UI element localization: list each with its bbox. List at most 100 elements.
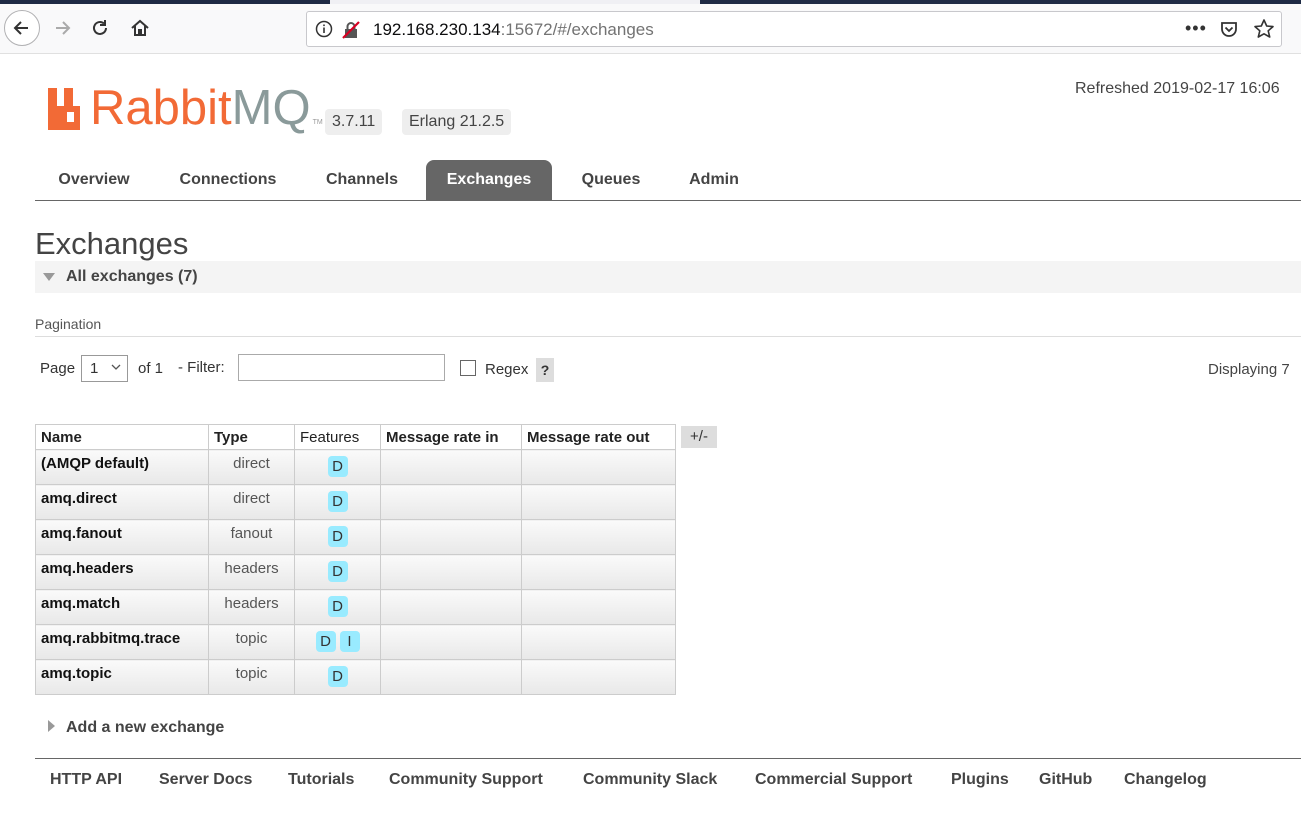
browser-toolbar: 192.168.230.134:15672/#/exchanges •••: [0, 4, 1301, 54]
page-count-label: of 1: [138, 360, 164, 377]
regex-help-button[interactable]: ?: [536, 358, 554, 382]
footer-link-changelog[interactable]: Changelog: [1124, 771, 1207, 789]
more-actions-icon[interactable]: •••: [1185, 18, 1207, 39]
refreshed-timestamp[interactable]: Refreshed 2019-02-17 16:06: [1075, 80, 1280, 98]
exchange-type: fanout: [208, 519, 295, 555]
page-select-value: 1: [90, 360, 99, 377]
home-button[interactable]: [122, 10, 158, 46]
column-header-message-rate-in[interactable]: Message rate in: [380, 424, 522, 450]
home-icon: [131, 19, 149, 36]
insecure-lock-icon[interactable]: [341, 20, 361, 45]
column-header-features: Features: [294, 424, 381, 450]
tab-connections[interactable]: Connections: [159, 160, 297, 200]
exchange-name-link[interactable]: (AMQP default): [35, 449, 209, 485]
url-path: :15672/#/exchanges: [500, 20, 654, 39]
message-rate-out: [521, 519, 676, 555]
filter-label: - Filter:: [178, 359, 225, 376]
durable-badge: D: [327, 526, 348, 547]
exchange-type: direct: [208, 449, 295, 485]
regex-checkbox[interactable]: [460, 360, 476, 376]
footer-link-http-api[interactable]: HTTP API: [50, 771, 122, 789]
logo-text-mq: MQ: [231, 81, 311, 135]
info-icon[interactable]: [315, 20, 333, 43]
table-row: amq.topic topic D: [35, 659, 676, 695]
footer-link-tutorials[interactable]: Tutorials: [288, 771, 354, 789]
back-button[interactable]: [4, 10, 40, 46]
message-rate-out: [521, 484, 676, 520]
tab-admin[interactable]: Admin: [671, 160, 757, 200]
message-rate-in: [380, 589, 522, 625]
footer-link-server-docs[interactable]: Server Docs: [159, 771, 252, 789]
logo-trademark: TM: [312, 119, 323, 126]
exchange-features: D: [294, 659, 381, 695]
main-tabs: Overview Connections Channels Exchanges …: [35, 160, 1301, 201]
page-title: Exchanges: [35, 226, 189, 261]
pocket-icon[interactable]: [1219, 19, 1239, 44]
url-bar[interactable]: 192.168.230.134:15672/#/exchanges •••: [306, 11, 1282, 47]
rabbitmq-logo-icon: [48, 88, 80, 130]
page-select[interactable]: 1: [81, 355, 128, 382]
exchange-type: topic: [208, 624, 295, 660]
message-rate-out: [521, 659, 676, 695]
reload-button[interactable]: [82, 10, 118, 46]
url-host: 192.168.230.134: [373, 20, 501, 39]
message-rate-out: [521, 554, 676, 590]
durable-badge: D: [327, 561, 348, 582]
collapse-triangle-icon: [43, 273, 55, 281]
table-row: (AMQP default) direct D: [35, 449, 676, 485]
durable-badge: D: [327, 666, 348, 687]
footer-link-commercial-support[interactable]: Commercial Support: [755, 771, 912, 789]
all-exchanges-section-toggle[interactable]: All exchanges (7): [35, 261, 1301, 293]
arrow-left-icon: [13, 21, 28, 35]
exchange-name-link[interactable]: amq.rabbitmq.trace: [35, 624, 209, 660]
logo-text-rabbit: Rabbit: [90, 81, 232, 135]
rabbitmq-logo[interactable]: Rabbit MQ TM: [48, 81, 323, 135]
tab-overview[interactable]: Overview: [35, 160, 153, 200]
footer-link-community-support[interactable]: Community Support: [389, 771, 543, 789]
message-rate-out: [521, 589, 676, 625]
column-header-type[interactable]: Type: [208, 424, 295, 450]
message-rate-in: [380, 519, 522, 555]
forward-button[interactable]: [44, 10, 80, 46]
column-header-name[interactable]: Name: [35, 424, 209, 450]
table-row: amq.match headers D: [35, 589, 676, 625]
exchange-features: D: [294, 589, 381, 625]
footer-link-community-slack[interactable]: Community Slack: [583, 771, 717, 789]
exchange-type: topic: [208, 659, 295, 695]
tab-queues[interactable]: Queues: [557, 160, 665, 200]
tab-channels[interactable]: Channels: [303, 160, 421, 200]
table-row: amq.direct direct D: [35, 484, 676, 520]
toggle-columns-button[interactable]: +/-: [681, 426, 717, 448]
exchange-name-link[interactable]: amq.direct: [35, 484, 209, 520]
exchange-name-link[interactable]: amq.topic: [35, 659, 209, 695]
filter-input[interactable]: [238, 354, 445, 381]
exchange-name-link[interactable]: amq.match: [35, 589, 209, 625]
message-rate-in: [380, 659, 522, 695]
table-row: amq.fanout fanout D: [35, 519, 676, 555]
exchange-type: headers: [208, 554, 295, 590]
exchange-name-link[interactable]: amq.headers: [35, 554, 209, 590]
footer-divider: [35, 758, 1301, 759]
durable-badge: D: [327, 456, 348, 477]
exchange-name-link[interactable]: amq.fanout: [35, 519, 209, 555]
exchange-features: D: [294, 449, 381, 485]
erlang-version-badge: Erlang 21.2.5: [402, 109, 512, 135]
internal-badge: I: [339, 631, 360, 652]
message-rate-in: [380, 449, 522, 485]
exchange-features: D: [294, 519, 381, 555]
table-row: amq.rabbitmq.trace topic DI: [35, 624, 676, 660]
tab-exchanges[interactable]: Exchanges: [426, 160, 552, 200]
message-rate-in: [380, 484, 522, 520]
expand-triangle-icon: [48, 720, 55, 732]
add-exchange-label: Add a new exchange: [66, 719, 225, 736]
footer-link-github[interactable]: GitHub: [1039, 771, 1092, 789]
footer-link-plugins[interactable]: Plugins: [951, 771, 1009, 789]
table-header-row: Name Type Features Message rate in Messa…: [35, 424, 676, 450]
exchange-features: DI: [294, 624, 381, 660]
table-row: amq.headers headers D: [35, 554, 676, 590]
bookmark-star-icon[interactable]: [1253, 18, 1275, 45]
regex-label: Regex: [485, 361, 529, 378]
column-header-message-rate-out[interactable]: Message rate out: [521, 424, 676, 450]
exchange-type: direct: [208, 484, 295, 520]
url-text[interactable]: 192.168.230.134:15672/#/exchanges: [373, 20, 654, 40]
